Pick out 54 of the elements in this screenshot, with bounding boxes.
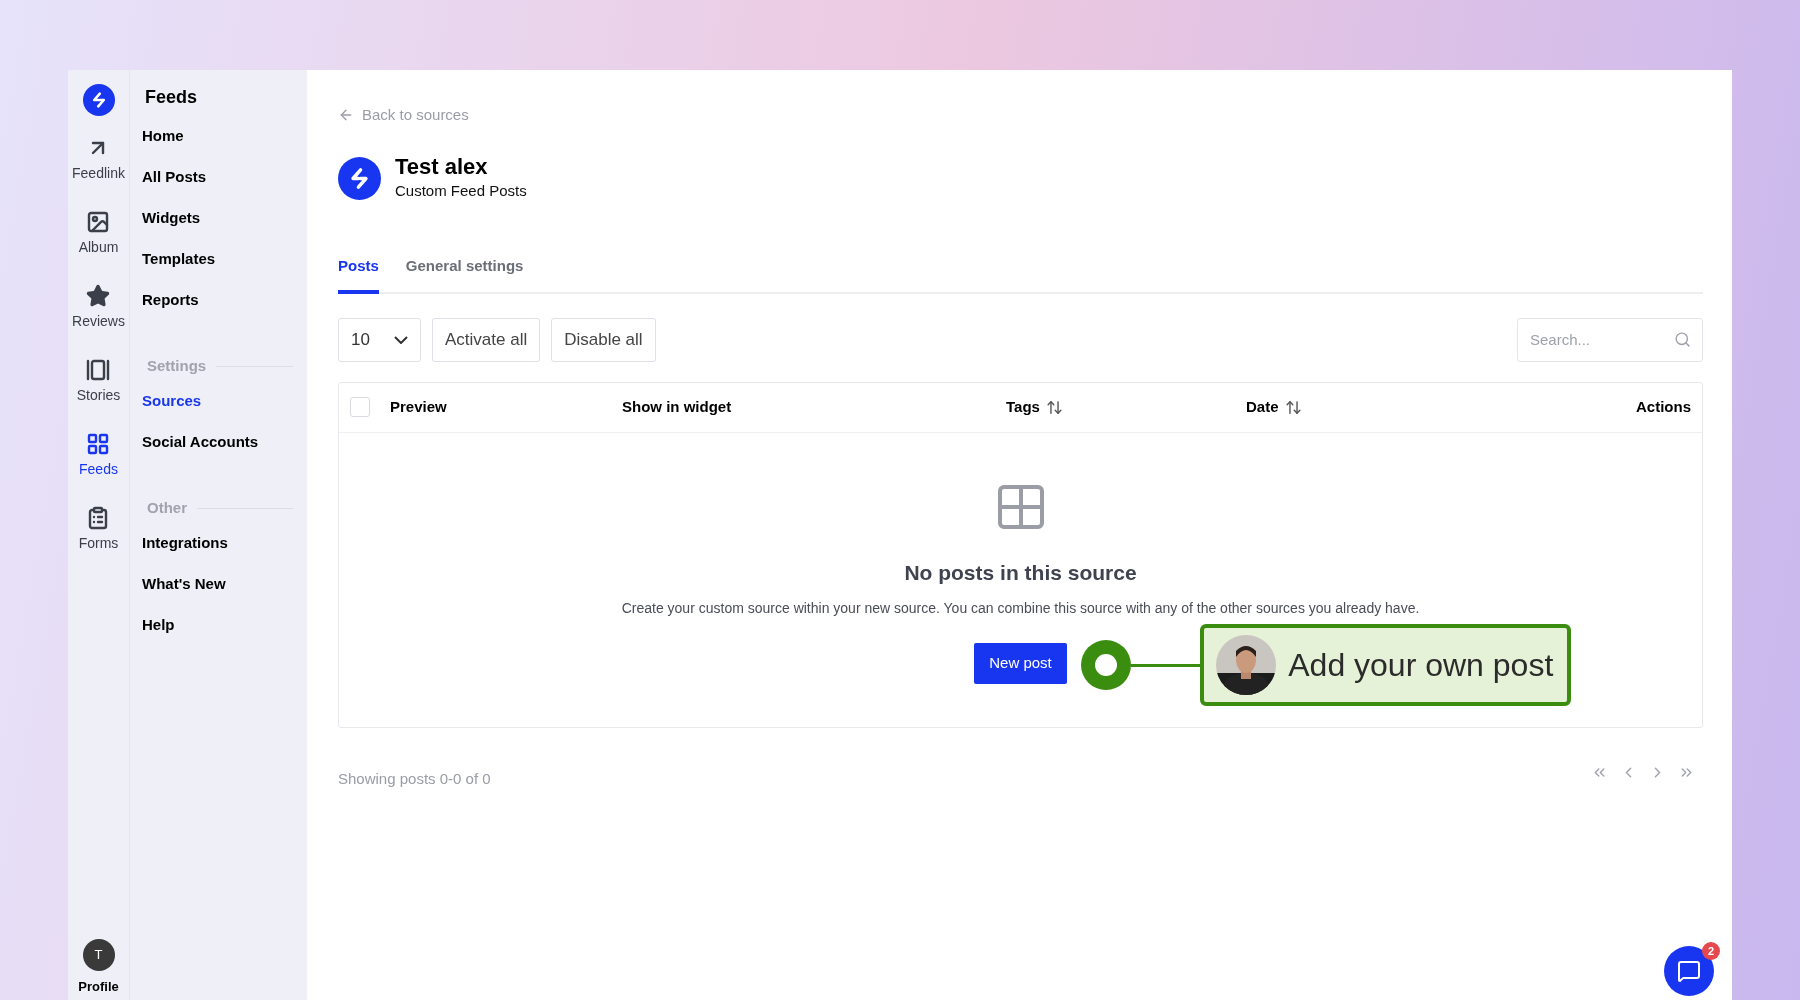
search-icon [1674, 330, 1691, 348]
star-icon [86, 284, 111, 308]
sidebar-item[interactable]: Templates [142, 248, 216, 271]
tab[interactable]: Posts [338, 255, 379, 294]
sidebar-item[interactable]: All Posts [142, 166, 207, 189]
pagination-status: Showing posts 0-0 of 0 [338, 768, 491, 789]
chat-icon [1677, 959, 1701, 983]
sidebar-title: Feeds [144, 86, 199, 108]
callout-text: Add your own post [1288, 646, 1554, 685]
column-header: Preview [390, 396, 447, 417]
source-logo-icon [338, 157, 381, 201]
rail-item[interactable]: Forms [78, 506, 119, 554]
search-field[interactable]: Search... [1517, 317, 1703, 362]
logo-icon [82, 84, 115, 116]
rail-item[interactable]: Feeds [79, 432, 118, 480]
new-post-button[interactable]: New post [974, 643, 1067, 684]
column-header: Show in widget [622, 396, 732, 417]
sort-icon [1045, 398, 1063, 416]
rail-item[interactable]: Album [78, 210, 119, 258]
rail-item[interactable]: Stories [76, 358, 121, 406]
column-header: Date [1246, 396, 1279, 417]
profile-avatar[interactable]: T [82, 938, 115, 971]
page-size-select[interactable]: 10 [338, 317, 421, 362]
select-all-checkbox[interactable] [350, 397, 370, 417]
sidebar-item[interactable]: What's New [142, 573, 226, 596]
rail-item[interactable]: Feedlink [72, 136, 125, 184]
image-icon [86, 210, 111, 234]
sidebar-item[interactable]: Integrations [142, 532, 228, 555]
empty-title: No posts in this source [904, 559, 1137, 586]
toolbar-button[interactable]: Disable all [551, 317, 656, 362]
source-title: Test alex [395, 156, 489, 179]
column-header: Actions [1636, 396, 1691, 417]
tab[interactable]: General settings [405, 255, 524, 294]
rail-item[interactable]: Reviews [72, 284, 125, 332]
grid-icon [86, 432, 111, 456]
grid-icon [997, 484, 1044, 529]
section-heading: Other [147, 497, 187, 518]
sidebar-item[interactable]: Reports [142, 289, 199, 312]
profile-label: Profile [78, 977, 119, 996]
toolbar-button[interactable]: Activate all [432, 317, 541, 362]
sidebar-item[interactable]: Social Accounts [142, 431, 259, 454]
sidebar-item[interactable]: Help [142, 614, 175, 637]
empty-description: Create your custom source within your new source. You can combine this source with any of the other sources you already have. [621, 599, 1420, 618]
cards-icon [86, 358, 111, 382]
notification-badge: 2 [1702, 942, 1720, 960]
sort-icon [1284, 398, 1302, 416]
sidebar-item[interactable]: Sources [142, 390, 202, 413]
chat-button[interactable] [1664, 946, 1714, 996]
sidebar-item[interactable]: Widgets [142, 207, 201, 230]
chevron-down-icon [394, 335, 408, 344]
column-header: Tags [1006, 396, 1040, 417]
section-heading: Settings [147, 355, 207, 376]
source-subtitle: Custom Feed Posts [395, 182, 527, 201]
sidebar-item[interactable]: Home [142, 125, 184, 148]
